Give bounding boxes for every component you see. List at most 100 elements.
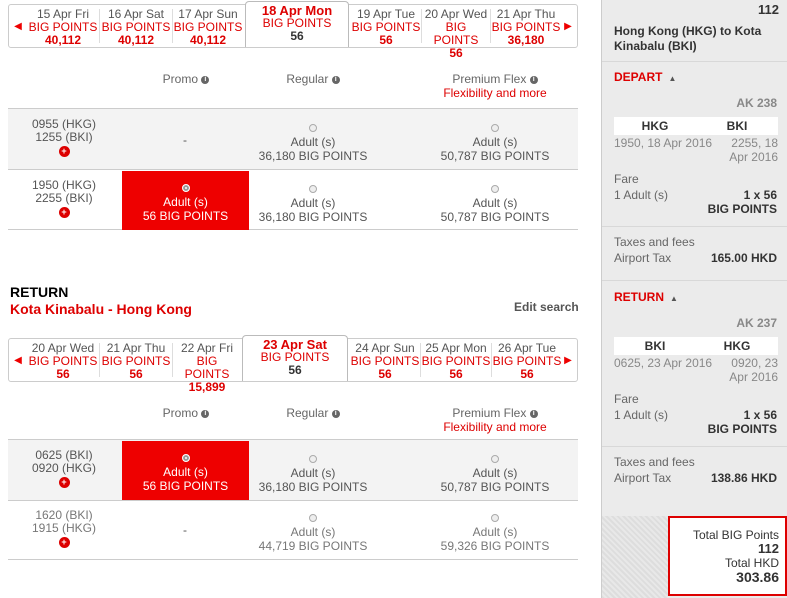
premium-header: Premium Flex i Flexibility and more	[420, 72, 570, 100]
date-tab[interactable]: 21 Apr Thu BIG POINTS 56	[100, 339, 172, 381]
destination-code: HKG	[723, 339, 751, 353]
regular-fare-option[interactable]: Adult (s) 44,719 BIG POINTS	[250, 511, 376, 553]
taxes-label: Taxes and fees	[614, 235, 695, 249]
radio-icon[interactable]	[491, 455, 499, 463]
hatch-pattern	[602, 516, 668, 598]
info-icon[interactable]: i	[331, 409, 340, 418]
radio-icon[interactable]	[181, 184, 190, 192]
premium-fare-option[interactable]: Adult (s) 50,787 BIG POINTS	[420, 182, 570, 224]
depart-section-toggle[interactable]: DEPART ▲	[614, 70, 676, 84]
date-tab[interactable]: 22 Apr Fri BIG POINTS 15,899	[173, 339, 241, 394]
pax-label: Adult (s)	[472, 525, 518, 539]
points-value: 40,112	[189, 33, 227, 47]
pax-label: Adult (s)	[290, 466, 336, 480]
pax-label: Adult (s)	[290, 135, 336, 149]
points-value: 56	[520, 367, 534, 381]
fare-points: 36,180 BIG POINTS	[258, 210, 368, 224]
origin-code: HKG	[641, 119, 669, 133]
fare-unit: BIG POINTS	[707, 422, 777, 436]
info-icon[interactable]: i	[529, 75, 538, 84]
flight-details-plus-icon[interactable]: +	[58, 146, 70, 157]
date-tab[interactable]: 24 Apr Sun BIG POINTS 56	[350, 339, 420, 381]
date-tab[interactable]: 16 Apr Sat BIG POINTS 40,112	[100, 5, 172, 47]
promo-fare-option-selected[interactable]: Adult (s) 56 BIG POINTS	[122, 441, 249, 500]
date-tab[interactable]: 21 Apr Thu BIG POINTS 36,180	[491, 5, 561, 47]
total-hkd-label: Total HKD	[724, 556, 779, 570]
regular-header-label: Regular	[286, 406, 329, 420]
next-dates-arrow-icon[interactable]: ▶	[559, 339, 577, 381]
flight-details-plus-icon[interactable]: +	[58, 477, 70, 488]
radio-icon[interactable]	[309, 124, 317, 132]
arrival-time: 1255 (BKI)	[35, 130, 93, 144]
points-value: 40,112	[117, 33, 155, 47]
points-value: 56	[56, 367, 70, 381]
depart-date-strip: ◀ 15 Apr Fri BIG POINTS 40,112 16 Apr Sat B…	[8, 1, 578, 60]
date-tab-selected[interactable]: 18 Apr Mon BIG POINTS 56	[245, 1, 349, 47]
fare-label: Fare	[614, 392, 639, 406]
regular-fare-option[interactable]: Adult (s) 36,180 BIG POINTS	[250, 121, 376, 163]
flexibility-link[interactable]: Flexibility and more	[443, 86, 546, 100]
edit-search-link[interactable]: Edit search	[514, 300, 579, 314]
flight-row: 0625 (BKI) 0920 (HKG) + Adult (s) 56 BIG PO…	[8, 439, 578, 500]
premium-fare-option[interactable]: Adult (s) 50,787 BIG POINTS	[420, 452, 570, 494]
points-value: 56	[290, 29, 304, 43]
return-section-title: RETURN	[614, 290, 664, 304]
return-segment: BKI HKG	[614, 337, 778, 355]
next-dates-arrow-icon[interactable]: ▶	[559, 5, 577, 47]
radio-icon[interactable]	[491, 185, 499, 193]
fare-label: Fare	[614, 172, 639, 186]
taxes-label: Taxes and fees	[614, 455, 695, 469]
date-tab[interactable]: 20 Apr Wed BIG POINTS 56	[27, 339, 99, 381]
fare-points: 36,180 BIG POINTS	[258, 480, 368, 494]
flight-row: 1950 (HKG) 2255 (BKI) + Adult (s) 56 BIG PO…	[8, 169, 578, 230]
premium-fare-option[interactable]: Adult (s) 50,787 BIG POINTS	[420, 121, 570, 163]
info-icon[interactable]: i	[331, 75, 340, 84]
fare-points: 50,787 BIG POINTS	[440, 480, 550, 494]
promo-header-label: Promo	[162, 406, 198, 420]
flexibility-link[interactable]: Flexibility and more	[443, 420, 546, 434]
date-tab[interactable]: 17 Apr Sun BIG POINTS 40,112	[173, 5, 243, 47]
return-times: 0625, 23 Apr 2016 0920, 23 Apr 2016	[614, 356, 778, 386]
return-title: RETURN	[10, 284, 69, 300]
flight-times: 0625 (BKI) 0920 (HKG) +	[8, 449, 120, 488]
radio-icon[interactable]	[181, 454, 190, 462]
return-route: Kota Kinabalu - Hong Kong	[10, 301, 192, 317]
prev-dates-arrow-icon[interactable]: ◀	[9, 5, 27, 47]
fare-points: 50,787 BIG POINTS	[440, 149, 550, 163]
flight-details-plus-icon[interactable]: +	[58, 537, 70, 548]
summary-route: Hong Kong (HKG) to Kota Kinabalu (BKI)	[614, 24, 762, 53]
prev-dates-arrow-icon[interactable]: ◀	[9, 339, 27, 381]
info-icon[interactable]: i	[201, 409, 210, 418]
regular-fare-option[interactable]: Adult (s) 36,180 BIG POINTS	[250, 182, 376, 224]
premium-fare-option[interactable]: Adult (s) 59,326 BIG POINTS	[420, 511, 570, 553]
flight-details-plus-icon[interactable]: +	[58, 207, 70, 218]
date-tab-selected[interactable]: 23 Apr Sat BIG POINTS 56	[242, 335, 348, 381]
date-tab[interactable]: 15 Apr Fri BIG POINTS 40,112	[27, 5, 99, 47]
radio-icon[interactable]	[309, 514, 317, 522]
pax-label: Adult (s)	[163, 465, 208, 479]
info-icon[interactable]: i	[529, 409, 538, 418]
promo-fare-option-selected[interactable]: Adult (s) 56 BIG POINTS	[122, 171, 249, 230]
date-tab[interactable]: 25 Apr Mon BIG POINTS 56	[421, 339, 491, 381]
radio-icon[interactable]	[309, 185, 317, 193]
points-value: 40,112	[44, 33, 82, 47]
caret-up-icon: ▲	[670, 294, 678, 303]
date-tab[interactable]: 26 Apr Tue BIG POINTS 56	[492, 339, 562, 381]
fare-points: 56 BIG POINTS	[142, 479, 229, 493]
regular-fare-option[interactable]: Adult (s) 36,180 BIG POINTS	[250, 452, 376, 494]
return-flight-number: AK 237	[736, 316, 777, 330]
pax-label: Adult (s)	[290, 525, 336, 539]
date-tab[interactable]: 20 Apr Wed BIG POINTS 56	[422, 5, 490, 60]
tax-name: Airport Tax	[614, 251, 672, 265]
fare-value: 1 x 56	[743, 188, 777, 202]
radio-icon[interactable]	[491, 514, 499, 522]
date-tab[interactable]: 19 Apr Tue BIG POINTS 56	[351, 5, 421, 47]
total-box: Total BIG Points 112 Total HKD 303.86	[668, 516, 787, 596]
radio-icon[interactable]	[309, 455, 317, 463]
radio-icon[interactable]	[491, 124, 499, 132]
depart-times: 1950, 18 Apr 2016 2255, 18 Apr 2016	[614, 136, 778, 166]
info-icon[interactable]: i	[201, 75, 210, 84]
return-section-toggle[interactable]: RETURN ▲	[614, 290, 678, 304]
promo-header: Promo i	[124, 72, 248, 86]
arrival-time: 1915 (HKG)	[31, 521, 97, 535]
